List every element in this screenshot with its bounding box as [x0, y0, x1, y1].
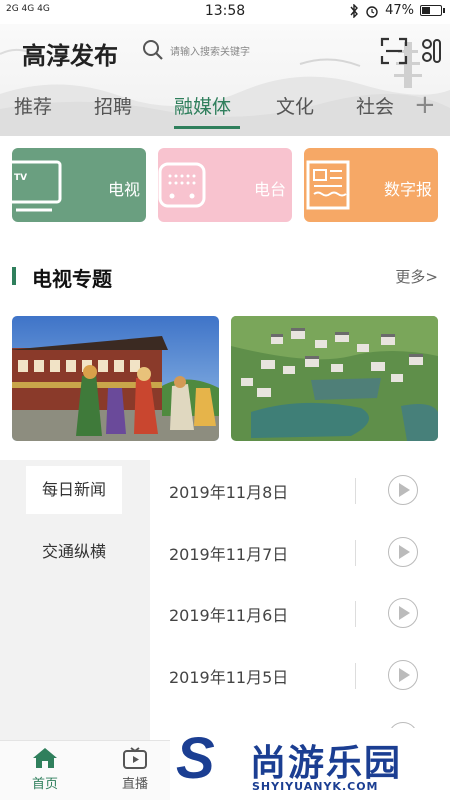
search-icon [143, 40, 163, 60]
news-row[interactable]: 2019年11月8日 [150, 460, 450, 520]
card-radio-label: 电台 [253, 180, 286, 199]
svg-text:TV: TV [14, 173, 27, 183]
divider [355, 478, 356, 504]
divider [355, 663, 356, 689]
search-box[interactable]: 请输入搜索关键字 [142, 39, 250, 61]
tv-topics-header: 电视专题 更多> [12, 262, 438, 292]
news-date: 2019年11月5日 [169, 668, 289, 687]
battery-icon [420, 5, 445, 16]
play-icon[interactable] [388, 475, 418, 505]
play-icon[interactable] [388, 537, 418, 567]
card-newspaper-label: 数字报 [383, 180, 432, 199]
scan-icon[interactable] [380, 37, 408, 65]
tv-live-icon [123, 747, 147, 769]
side-item-daily-news[interactable]: 每日新闻 [26, 466, 122, 514]
nav-home-label: 首页 [31, 777, 58, 792]
topic-photo-village[interactable] [231, 316, 438, 441]
card-tv-label: 电视 [107, 180, 140, 199]
battery-fill [422, 7, 430, 14]
section-title: 电视专题 [32, 267, 112, 291]
status-right: 47% [349, 3, 445, 18]
news-panel: 每日新闻 交通纵横 2019年11月8日 2019年11月7日 2019年11月… [0, 460, 450, 740]
nav-live[interactable]: 直播 [100, 747, 170, 792]
category-tabs: 推荐 招聘 融媒体 文化 社会 + [0, 92, 450, 132]
divider [355, 601, 356, 627]
watermark-text: 尚游乐园 [250, 743, 403, 784]
village-image [231, 316, 438, 441]
card-radio[interactable]: 电台 [158, 148, 292, 222]
header: 高淳发布 请输入搜索关键字 推荐 招聘 融媒体 文化 社会 + [0, 24, 450, 136]
nav-home[interactable]: 首页 [10, 747, 80, 792]
news-row[interactable]: 2019年11月7日 [150, 522, 450, 582]
news-row[interactable]: 2019年11月5日 [150, 645, 450, 705]
side-menu: 每日新闻 交通纵横 [0, 460, 150, 740]
home-icon [33, 748, 57, 768]
radio-icon [158, 162, 206, 208]
alarm-icon [366, 5, 378, 18]
active-tab-indicator [174, 126, 240, 129]
tab-tuijian[interactable]: 推荐 [14, 92, 52, 119]
tab-rongmeiti[interactable]: 融媒体 [174, 92, 231, 119]
card-newspaper[interactable]: 数字报 [304, 148, 438, 222]
tab-shehui[interactable]: 社会 [356, 92, 394, 119]
watermark-logo: S 尚游乐园 SHYIYUANYK.COM [170, 728, 450, 800]
section-accent-bar [12, 267, 16, 285]
menu-dots-icon[interactable] [420, 38, 442, 64]
card-tv[interactable]: TV 电视 [12, 148, 146, 222]
more-link[interactable]: 更多> [395, 266, 438, 287]
tab-wenhua[interactable]: 文化 [276, 92, 314, 119]
add-tab-button[interactable]: + [414, 92, 436, 118]
divider [355, 540, 356, 566]
tab-zhaopin[interactable]: 招聘 [94, 92, 132, 119]
newspaper-icon [306, 160, 350, 210]
search-placeholder: 请输入搜索关键字 [170, 46, 250, 58]
nav-live-label: 直播 [121, 777, 148, 792]
news-date: 2019年11月7日 [169, 545, 289, 564]
topic-photo-festival[interactable] [12, 316, 219, 441]
watermark-url: SHYIYUANYK.COM [252, 780, 379, 793]
news-date: 2019年11月8日 [169, 483, 289, 502]
app-title: 高淳发布 [22, 42, 118, 70]
festival-image [12, 316, 219, 441]
battery-percent: 47% [385, 3, 414, 18]
media-cards: TV 电视 电台 数字报 [0, 148, 450, 224]
play-icon[interactable] [388, 598, 418, 628]
watermark-logo-letter: S [176, 726, 215, 791]
tv-icon: TV [12, 160, 62, 212]
play-icon[interactable] [388, 660, 418, 690]
news-date: 2019年11月6日 [169, 606, 289, 625]
side-item-traffic[interactable]: 交通纵横 [26, 528, 122, 576]
news-row[interactable]: 2019年11月6日 [150, 583, 450, 643]
bluetooth-icon [350, 3, 359, 18]
status-bar: 2G 4G 4G 13:58 47% [0, 0, 450, 24]
